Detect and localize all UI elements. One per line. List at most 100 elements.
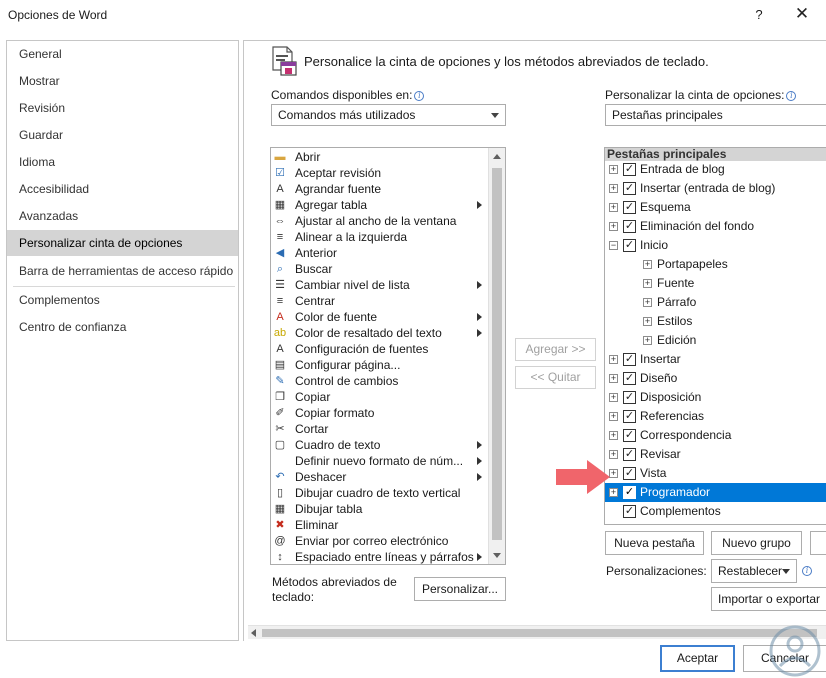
tab-checkbox[interactable]: ✓ (623, 429, 636, 442)
close-icon[interactable]: ✕ (793, 4, 811, 24)
expand-icon[interactable]: + (609, 165, 618, 174)
tab-checkbox[interactable]: ✓ (623, 372, 636, 385)
ribbon-tab-item[interactable]: + ✓ Diseño (605, 369, 826, 388)
command-item[interactable]: ↶ Deshacer (271, 469, 489, 485)
command-item[interactable]: A Configuración de fuentes (271, 341, 489, 357)
ribbon-tabs-tree[interactable]: Pestañas principales + ✓ Entrada de blog + ✓… (604, 147, 826, 525)
tab-checkbox[interactable]: ✓ (623, 201, 636, 214)
sidebar-item-centro-confianza[interactable]: Centro de confianza (7, 314, 238, 340)
scroll-down-icon[interactable] (493, 553, 501, 558)
expand-icon[interactable]: + (643, 336, 652, 345)
scroll-thumb[interactable] (262, 629, 817, 637)
sidebar-item-barra-acceso-rapido[interactable]: Barra de herramientas de acceso rápido (7, 258, 238, 284)
expand-icon[interactable]: + (609, 222, 618, 231)
command-item[interactable]: A Color de fuente (271, 309, 489, 325)
sidebar-item-personalizar-cinta[interactable]: Personalizar cinta de opciones (7, 230, 238, 256)
command-item[interactable]: ⇔ Ajustar al ancho de la ventana (271, 213, 489, 229)
expand-icon[interactable]: + (609, 412, 618, 421)
ribbon-tab-item[interactable]: + ✓ Revisar (605, 445, 826, 464)
rename-button[interactable] (810, 531, 826, 555)
remove-button[interactable]: << Quitar (515, 366, 596, 389)
tab-checkbox[interactable]: ✓ (623, 239, 636, 252)
sidebar-item-avanzadas[interactable]: Avanzadas (7, 203, 238, 229)
command-item[interactable]: ✎ Control de cambios (271, 373, 489, 389)
tab-checkbox[interactable]: ✓ (623, 163, 636, 176)
new-group-button[interactable]: Nuevo grupo (711, 531, 802, 555)
command-item[interactable]: ab Color de resaltado del texto (271, 325, 489, 341)
expand-icon[interactable]: + (643, 317, 652, 326)
expand-icon[interactable]: + (609, 488, 618, 497)
sidebar-item-complementos[interactable]: Complementos (7, 287, 238, 313)
command-item[interactable]: ↕ Espaciado entre líneas y párrafos (271, 549, 489, 564)
scroll-thumb[interactable] (492, 168, 502, 540)
expand-icon[interactable]: + (609, 431, 618, 440)
ribbon-tab-item[interactable]: +✓Ayuda (605, 521, 826, 525)
expand-icon[interactable]: + (609, 184, 618, 193)
expand-icon[interactable]: + (609, 393, 618, 402)
sidebar-item-accesibilidad[interactable]: Accesibilidad (7, 176, 238, 202)
sidebar-item-mostrar[interactable]: Mostrar (7, 68, 238, 94)
reset-dropdown[interactable]: Restablecer (711, 559, 797, 583)
command-item[interactable]: ✖ Eliminar (271, 517, 489, 533)
ribbon-tab-item[interactable]: + ✓ Esquema (605, 198, 826, 217)
sidebar-item-general[interactable]: General (7, 41, 238, 67)
ribbon-tab-item[interactable]: − ✓ Inicio (605, 236, 826, 255)
ribbon-tab-item[interactable]: + Portapapeles (605, 255, 826, 274)
tab-checkbox[interactable]: ✓ (623, 505, 636, 518)
ribbon-tab-item[interactable]: + Fuente (605, 274, 826, 293)
expand-icon[interactable]: + (609, 450, 618, 459)
command-item[interactable]: Definir nuevo formato de núm... (271, 453, 489, 469)
import-export-button[interactable]: Importar o exportar (711, 587, 826, 611)
expand-icon[interactable]: + (609, 469, 618, 478)
add-button[interactable]: Agregar >> (515, 338, 596, 361)
ribbon-tab-item[interactable]: + ✓ Correspondencia (605, 426, 826, 445)
tab-checkbox[interactable]: ✓ (623, 448, 636, 461)
ribbon-target-dropdown[interactable]: Pestañas principales (605, 104, 826, 126)
command-item[interactable]: @ Enviar por correo electrónico (271, 533, 489, 549)
tab-checkbox[interactable]: ✓ (623, 486, 636, 499)
collapse-icon[interactable]: − (609, 241, 618, 250)
ribbon-tab-item[interactable]: + ✓ Eliminación del fondo (605, 217, 826, 236)
command-item[interactable]: ❐ Copiar (271, 389, 489, 405)
command-item[interactable]: ▤ Configurar página... (271, 357, 489, 373)
scroll-up-icon[interactable] (493, 154, 501, 159)
ribbon-tab-item[interactable]: + Párrafo (605, 293, 826, 312)
ribbon-tab-item[interactable]: + ✓ Disposición (605, 388, 826, 407)
ribbon-tab-item[interactable]: + ✓ Insertar (entrada de blog) (605, 179, 826, 198)
command-item[interactable]: ▢ Cuadro de texto (271, 437, 489, 453)
info-icon[interactable]: i (786, 91, 797, 101)
ribbon-tab-item[interactable]: + ✓ Vista (605, 464, 826, 483)
expand-icon[interactable]: + (643, 298, 652, 307)
tab-checkbox[interactable]: ✓ (623, 391, 636, 404)
ribbon-tab-item[interactable]: + Estilos (605, 312, 826, 331)
command-item[interactable]: ⌕ Buscar (271, 261, 489, 277)
command-item[interactable]: ≡ Centrar (271, 293, 489, 309)
new-tab-button[interactable]: Nueva pestaña (605, 531, 704, 555)
customize-shortcuts-button[interactable]: Personalizar... (414, 577, 506, 601)
command-item[interactable]: ▦ Agregar tabla (271, 197, 489, 213)
info-icon[interactable]: i (802, 566, 812, 576)
command-item[interactable]: ◀ Anterior (271, 245, 489, 261)
scroll-left-icon[interactable] (251, 629, 256, 637)
ribbon-tab-item[interactable]: + ✓ Programador (605, 483, 826, 502)
ribbon-tab-item[interactable]: + ✓ Entrada de blog (605, 160, 826, 179)
ribbon-tab-item[interactable]: + Edición (605, 331, 826, 350)
command-item[interactable]: ≡ Alinear a la izquierda (271, 229, 489, 245)
command-item[interactable]: ☑ Aceptar revisión (271, 165, 489, 181)
command-item[interactable]: ▯ Dibujar cuadro de texto vertical (271, 485, 489, 501)
ok-button[interactable]: Aceptar (660, 645, 735, 672)
commands-list[interactable]: ▬ Abrir ☑ Aceptar revisión A Agrandar fuente ▦… (270, 147, 506, 565)
tab-checkbox[interactable]: ✓ (623, 220, 636, 233)
expand-icon[interactable]: + (643, 279, 652, 288)
expand-icon[interactable]: + (609, 203, 618, 212)
expand-icon[interactable]: + (609, 374, 618, 383)
command-item[interactable]: ✐ Copiar formato (271, 405, 489, 421)
commands-source-dropdown[interactable]: Comandos más utilizados (271, 104, 506, 126)
expand-icon[interactable]: + (643, 260, 652, 269)
tab-checkbox[interactable]: ✓ (623, 524, 636, 525)
tab-checkbox[interactable]: ✓ (623, 467, 636, 480)
command-item[interactable]: ▬ Abrir (271, 149, 489, 165)
expand-icon[interactable]: + (609, 355, 618, 364)
command-item[interactable]: A Agrandar fuente (271, 181, 489, 197)
tab-checkbox[interactable]: ✓ (623, 182, 636, 195)
